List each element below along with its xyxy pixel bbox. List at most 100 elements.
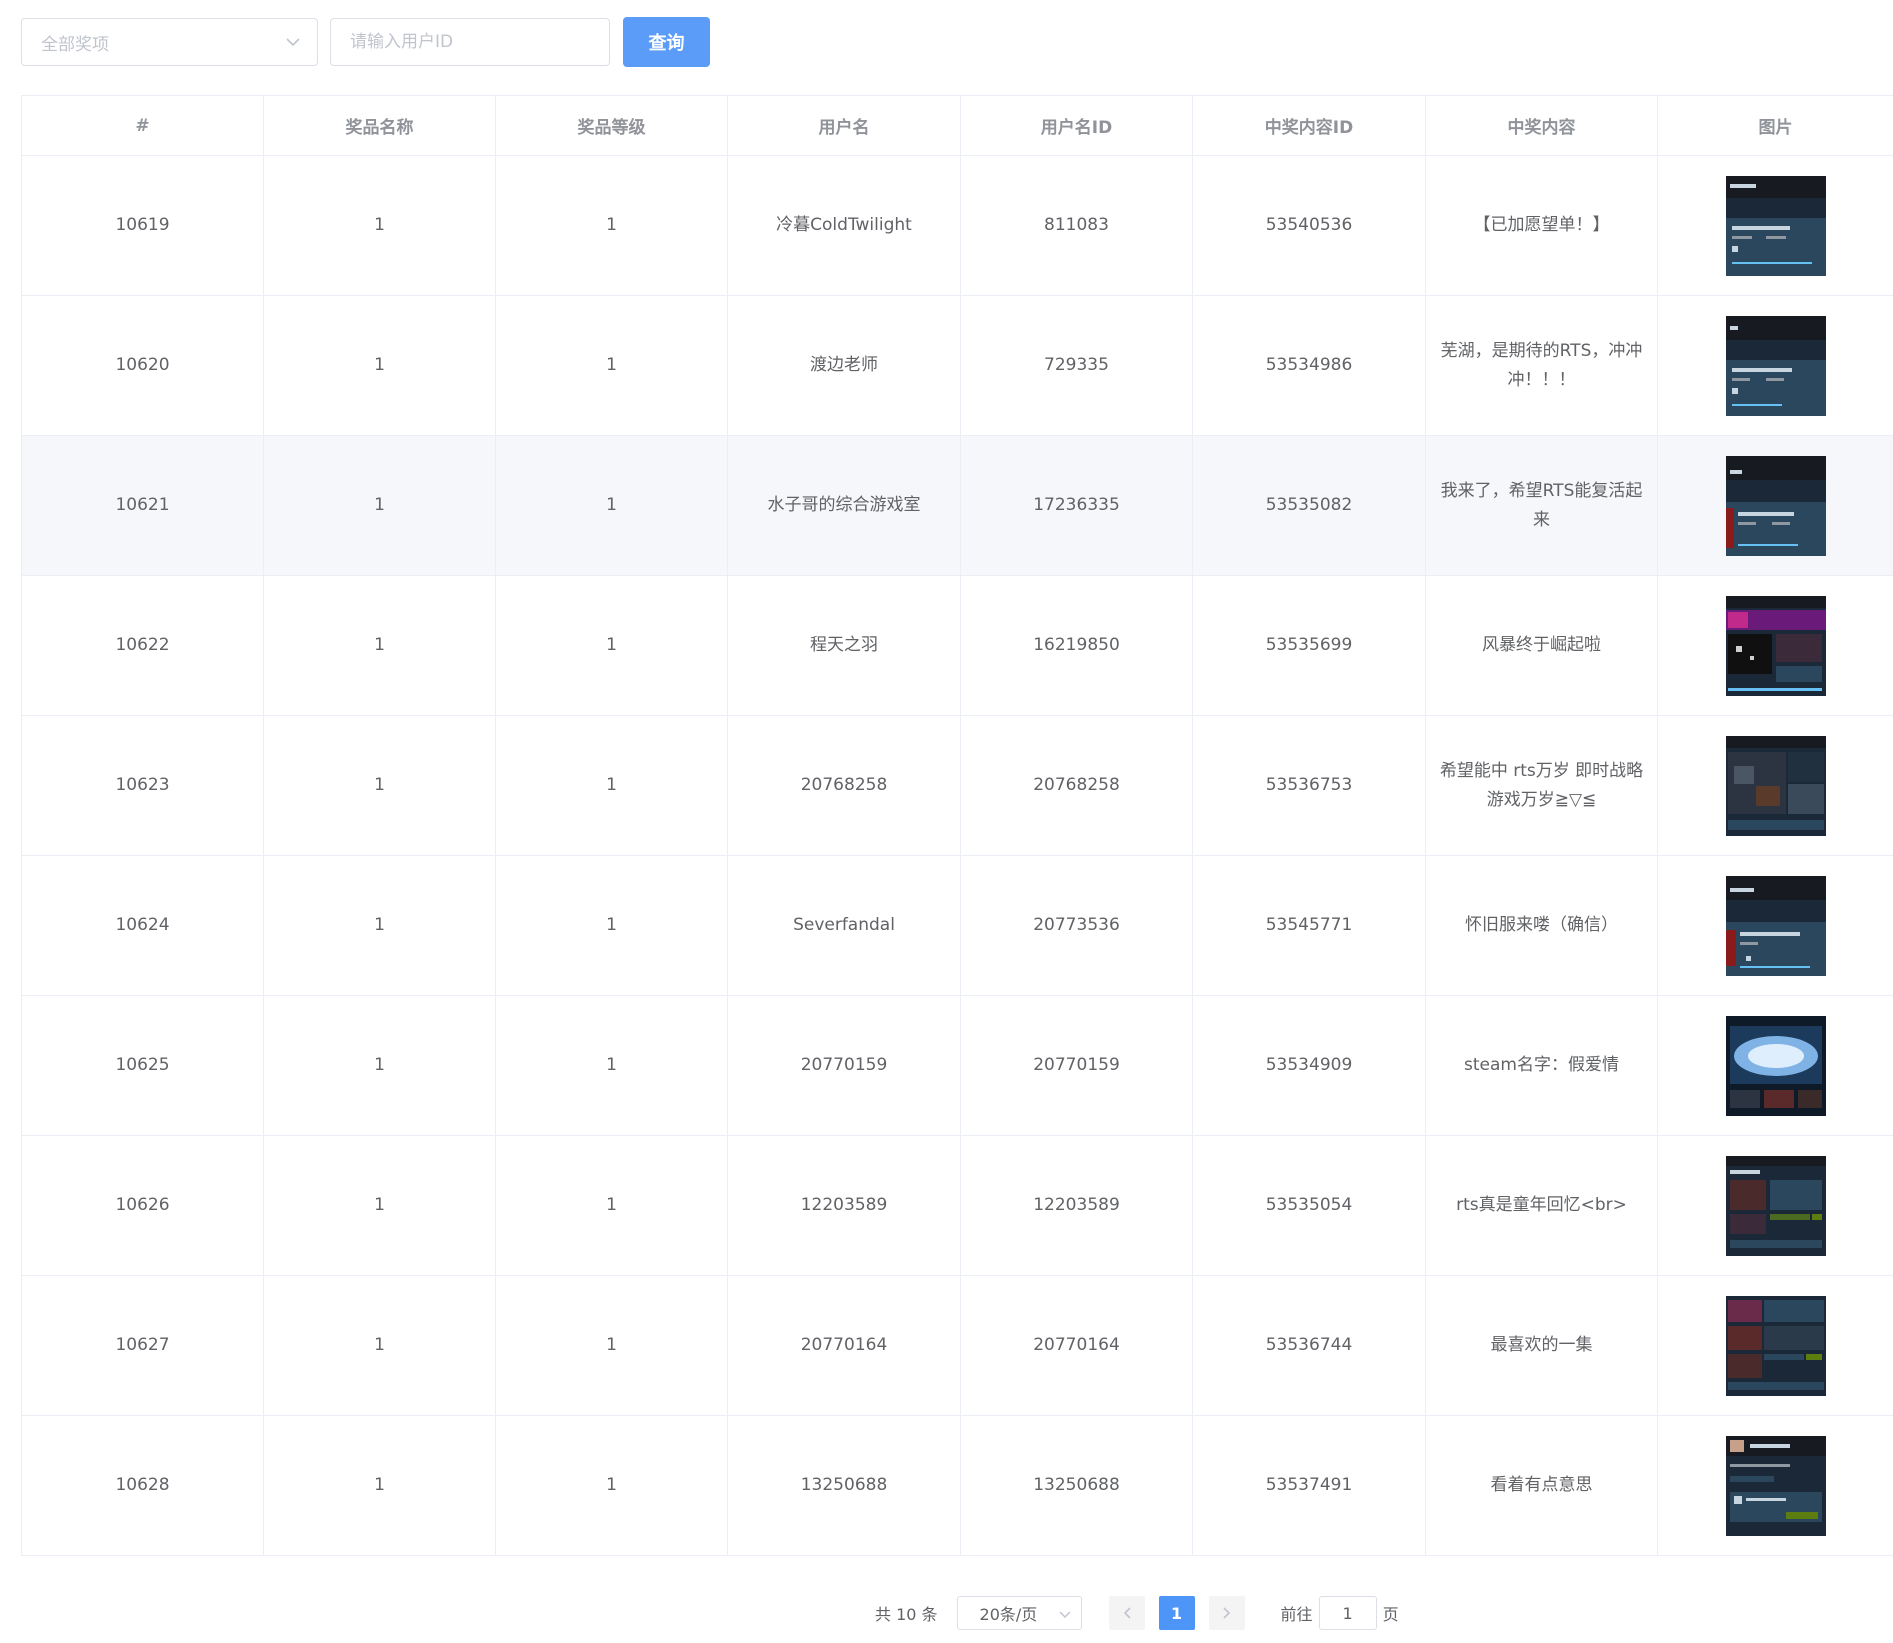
total-count: 共 10 条 — [875, 1605, 938, 1624]
cell-content: 风暴终于崛起啦 — [1425, 575, 1658, 716]
table-row: 10624 1 1 Severfandal 20773536 53545771 … — [21, 855, 1893, 996]
chevron-right-icon — [1222, 1604, 1231, 1623]
cell-content: 我来了，希望RTS能复活起来 — [1425, 435, 1658, 576]
cell-user-id: 12203589 — [960, 1135, 1193, 1276]
table-row: 10625 1 1 20770159 20770159 53534909 ste… — [21, 995, 1893, 1136]
cell-content-id: 53536744 — [1192, 1275, 1426, 1416]
cell-prize-name: 1 — [263, 995, 496, 1136]
cell-prize-name: 1 — [263, 575, 496, 716]
screenshot-thumbnail[interactable] — [1725, 875, 1826, 976]
cell-username: 12203589 — [727, 1135, 961, 1276]
cell-prize-level: 1 — [495, 435, 728, 576]
cell-user-id: 729335 — [960, 295, 1193, 436]
column-header-content: 中奖内容 — [1425, 95, 1658, 156]
cell-image — [1657, 995, 1893, 1136]
cell-image — [1657, 715, 1893, 856]
cell-prize-level: 1 — [495, 995, 728, 1136]
cell-username: 20770164 — [727, 1275, 961, 1416]
cell-content: 【已加愿望单！】 — [1425, 155, 1658, 296]
cell-content-id: 53540536 — [1192, 155, 1426, 296]
cell-username: 13250688 — [727, 1415, 961, 1556]
cell-content: 怀旧服来喽（确信） — [1425, 855, 1658, 996]
cell-content: 最喜欢的一集 — [1425, 1275, 1658, 1416]
cell-user-id: 20770159 — [960, 995, 1193, 1136]
cell-content-id: 53537491 — [1192, 1415, 1426, 1556]
cell-prize-level: 1 — [495, 1275, 728, 1416]
cell-user-id: 20773536 — [960, 855, 1193, 996]
query-button[interactable]: 查询 — [623, 17, 710, 67]
cell-index: 10627 — [21, 1275, 264, 1416]
cell-image — [1657, 1275, 1893, 1416]
chevron-down-icon — [1059, 1604, 1071, 1623]
cell-index: 10620 — [21, 295, 264, 436]
cell-image — [1657, 1135, 1893, 1276]
cell-user-id: 811083 — [960, 155, 1193, 296]
cell-user-id: 16219850 — [960, 575, 1193, 716]
prize-select-value: 全部奖项 — [41, 34, 109, 55]
page-number-current[interactable]: 1 — [1158, 1596, 1195, 1630]
table-row: 10619 1 1 冷暮ColdTwilight 811083 53540536… — [21, 155, 1893, 296]
cell-image — [1657, 1415, 1893, 1556]
cell-prize-name: 1 — [263, 155, 496, 296]
cell-prize-name: 1 — [263, 295, 496, 436]
cell-image — [1657, 155, 1893, 296]
cell-index: 10625 — [21, 995, 264, 1136]
table-row: 10621 1 1 水子哥的综合游戏室 17236335 53535082 我来… — [21, 435, 1893, 576]
column-header-index: # — [21, 95, 264, 156]
user-id-input[interactable] — [330, 18, 610, 66]
screenshot-thumbnail[interactable] — [1725, 315, 1826, 416]
cell-prize-name: 1 — [263, 855, 496, 996]
screenshot-thumbnail[interactable] — [1725, 1295, 1826, 1396]
goto-label: 前往 — [1280, 1605, 1313, 1624]
cell-index: 10622 — [21, 575, 264, 716]
goto-page-input[interactable] — [1318, 1596, 1377, 1630]
cell-username: 20770159 — [727, 995, 961, 1136]
cell-image — [1657, 295, 1893, 436]
cell-prize-name: 1 — [263, 1415, 496, 1556]
table-row: 10626 1 1 12203589 12203589 53535054 rts… — [21, 1135, 1893, 1276]
winners-table: # 奖品名称 奖品等级 用户名 用户名ID 中奖内容ID 中奖内容 图片 106… — [21, 95, 1893, 1556]
cell-index: 10623 — [21, 715, 264, 856]
pagination: 共 10 条 20条/页 1 前往 页 — [875, 1595, 1399, 1631]
prize-select[interactable]: 全部奖项 — [21, 18, 318, 66]
cell-content-id: 53545771 — [1192, 855, 1426, 996]
screenshot-thumbnail[interactable] — [1725, 735, 1826, 836]
column-header-content-id: 中奖内容ID — [1192, 95, 1426, 156]
screenshot-thumbnail[interactable] — [1725, 1435, 1826, 1536]
page-size-value: 20条/页 — [979, 1605, 1038, 1624]
column-header-username: 用户名 — [727, 95, 961, 156]
cell-content-id: 53534986 — [1192, 295, 1426, 436]
cell-prize-level: 1 — [495, 715, 728, 856]
screenshot-thumbnail[interactable] — [1725, 1015, 1826, 1116]
next-page-button[interactable] — [1208, 1596, 1245, 1630]
prev-page-button[interactable] — [1108, 1596, 1145, 1630]
cell-username: Severfandal — [727, 855, 961, 996]
cell-prize-level: 1 — [495, 1135, 728, 1276]
cell-content: rts真是童年回忆<br> — [1425, 1135, 1658, 1276]
screenshot-thumbnail[interactable] — [1725, 1155, 1826, 1256]
column-header-prize-level: 奖品等级 — [495, 95, 728, 156]
cell-content: 看着有点意思 — [1425, 1415, 1658, 1556]
cell-prize-level: 1 — [495, 155, 728, 296]
page-size-select[interactable]: 20条/页 — [956, 1596, 1082, 1630]
cell-username: 20768258 — [727, 715, 961, 856]
cell-content: 希望能中 rts万岁 即时战略游戏万岁≧▽≦ — [1425, 715, 1658, 856]
cell-username: 渡边老师 — [727, 295, 961, 436]
column-header-prize-name: 奖品名称 — [263, 95, 496, 156]
screenshot-thumbnail[interactable] — [1725, 595, 1826, 696]
cell-content-id: 53535054 — [1192, 1135, 1426, 1276]
cell-username: 程天之羽 — [727, 575, 961, 716]
cell-user-id: 20768258 — [960, 715, 1193, 856]
page-suffix: 页 — [1382, 1605, 1399, 1624]
screenshot-thumbnail[interactable] — [1725, 455, 1826, 556]
table-row: 10627 1 1 20770164 20770164 53536744 最喜欢… — [21, 1275, 1893, 1416]
cell-prize-level: 1 — [495, 295, 728, 436]
cell-content-id: 53534909 — [1192, 995, 1426, 1136]
cell-prize-name: 1 — [263, 435, 496, 576]
cell-prize-level: 1 — [495, 1415, 728, 1556]
cell-content-id: 53535082 — [1192, 435, 1426, 576]
cell-user-id: 20770164 — [960, 1275, 1193, 1416]
cell-content: steam名字：假爱情 — [1425, 995, 1658, 1136]
screenshot-thumbnail[interactable] — [1725, 175, 1826, 276]
cell-username: 水子哥的综合游戏室 — [727, 435, 961, 576]
